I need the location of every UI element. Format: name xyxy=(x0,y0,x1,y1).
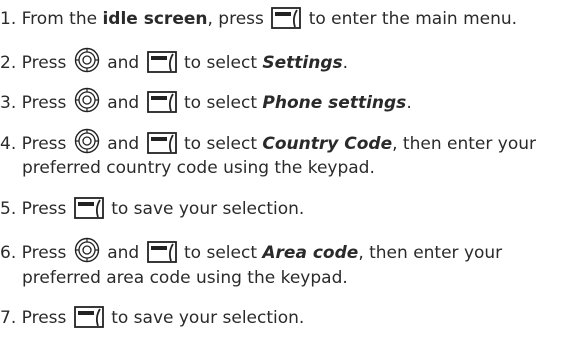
step-4: 4. Press and to select Country Code, the… xyxy=(0,128,566,156)
step-2: 2. Press and to select Settings. xyxy=(0,47,566,75)
step-6: 6. Press and to select Area code, then e… xyxy=(0,237,566,265)
step-text: . xyxy=(406,93,412,113)
step-text: From the xyxy=(21,9,103,29)
step-text: and xyxy=(101,93,145,113)
step-text: to select xyxy=(184,134,263,154)
area-code-term: Area code xyxy=(262,243,359,263)
step-7: 7. Press to save your selection. xyxy=(0,306,566,330)
step-text: Press xyxy=(21,53,72,73)
step-5: 5. Press to save your selection. xyxy=(0,197,566,221)
instruction-steps: 1. From the idle screen, press to enter … xyxy=(0,0,566,337)
left-softkey-icon xyxy=(146,91,177,113)
left-softkey-icon xyxy=(73,306,104,328)
navigation-key-icon xyxy=(74,87,100,113)
step-text: preferred country code using the keypad. xyxy=(22,158,375,178)
step-text: . xyxy=(342,53,349,73)
step-number: 4. xyxy=(0,134,17,154)
step-number: 7. xyxy=(0,308,17,328)
left-softkey-icon xyxy=(146,241,177,263)
step-text: , then enter your xyxy=(392,134,536,154)
idle-screen-term: idle screen xyxy=(102,9,208,29)
step-number: 1. xyxy=(0,9,17,29)
step-text: to select xyxy=(184,93,263,113)
step-number: 6. xyxy=(0,243,17,263)
step-number: 3. xyxy=(0,93,17,113)
step-text: Press xyxy=(21,243,72,263)
country-code-term: Country Code xyxy=(262,134,393,154)
navigation-key-icon xyxy=(74,47,100,73)
step-6-continuation: preferred area code using the keypad. xyxy=(0,266,566,290)
left-softkey-icon xyxy=(146,51,177,73)
left-softkey-icon xyxy=(271,7,302,29)
step-text: to save your selection. xyxy=(111,199,305,219)
step-text: , then enter your xyxy=(358,243,503,263)
step-text: to enter the main menu. xyxy=(308,9,518,29)
step-text: preferred area code using the keypad. xyxy=(22,268,348,288)
step-1: 1. From the idle screen, press to enter … xyxy=(0,7,566,31)
step-text: Press xyxy=(21,199,72,219)
step-text: and xyxy=(101,243,145,263)
phone-settings-term: Phone settings xyxy=(262,93,407,113)
step-text: to save your selection. xyxy=(111,308,305,328)
step-3: 3. Press and to select Phone settings. xyxy=(0,87,566,115)
step-text: to select xyxy=(184,53,263,73)
step-number: 5. xyxy=(0,199,17,219)
left-softkey-icon xyxy=(73,197,104,219)
step-4-continuation: preferred country code using the keypad. xyxy=(0,156,566,180)
step-text: and xyxy=(101,134,145,154)
step-text: and xyxy=(101,53,145,73)
step-text: Press xyxy=(21,308,72,328)
navigation-key-icon xyxy=(74,128,100,154)
settings-term: Settings xyxy=(262,53,343,73)
step-text: Press xyxy=(21,134,72,154)
step-text: to select xyxy=(184,243,263,263)
step-text: Press xyxy=(21,93,72,113)
left-softkey-icon xyxy=(146,132,177,154)
step-text: , press xyxy=(207,9,270,29)
step-number: 2. xyxy=(0,53,17,73)
navigation-key-icon xyxy=(74,237,100,263)
